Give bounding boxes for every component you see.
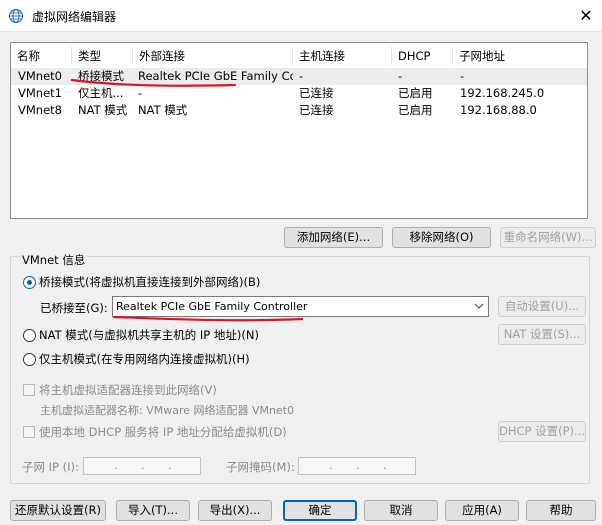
cancel-button[interactable]: 取消 <box>364 500 438 521</box>
title-bar: 虚拟网络编辑器 ✕ <box>0 0 602 32</box>
connect-adapter-checkbox[interactable]: 将主机虚拟适配器连接到此网络(V) <box>23 382 217 398</box>
table-cell: NAT 模式 <box>138 103 188 117</box>
adapter-name-label: 主机虚拟适配器名称: VMware 网络适配器 VMnet0 <box>40 404 295 417</box>
column-header-type[interactable]: 类型 <box>72 47 133 65</box>
bridged-to-select[interactable]: Realtek PCIe GbE Family Controller <box>112 296 489 317</box>
table-row[interactable]: VMnet1 仅主机... - 已连接 已启用 192.168.245.0 <box>11 85 587 102</box>
help-button[interactable]: 帮助 <box>526 500 596 521</box>
table-cell: - <box>138 86 143 100</box>
table-cell: 已连接 <box>299 103 334 117</box>
checkbox-icon <box>23 384 35 396</box>
table-row[interactable]: VMnet8 NAT 模式 NAT 模式 已连接 已启用 192.168.88.… <box>11 102 587 119</box>
table-cell: 已连接 <box>299 86 334 100</box>
vmnet-info-title: VMnet 信息 <box>20 252 88 268</box>
table-cell: 192.168.88.0 <box>460 103 537 117</box>
subnet-mask-label: 子网掩码(M): <box>226 460 295 474</box>
chevron-down-icon <box>474 297 484 323</box>
checkbox-icon <box>23 426 35 438</box>
radio-selected-icon <box>23 275 36 289</box>
remove-network-button[interactable]: 移除网络(O) <box>392 227 491 248</box>
table-cell: 已启用 <box>398 103 433 117</box>
vmnet-info-group <box>10 256 590 484</box>
use-dhcp-label: 使用本地 DHCP 服务将 IP 地址分配给虚拟机(D) <box>39 425 287 439</box>
table-cell: 桥接模式 <box>78 69 124 83</box>
auto-settings-button[interactable]: 自动设置(U)... <box>498 296 586 317</box>
subnet-ip-input[interactable]: . . . <box>83 457 201 475</box>
subnet-ip-label: 子网 IP (I): <box>22 460 79 474</box>
nat-settings-button[interactable]: NAT 设置(S)... <box>498 324 586 345</box>
column-header-external[interactable]: 外部连接 <box>133 47 293 65</box>
bridged-to-value: Realtek PCIe GbE Family Controller <box>116 300 308 313</box>
ip-separator: . <box>329 459 333 472</box>
table-header: 名称 类型 外部连接 主机连接 DHCP 子网地址 <box>11 47 587 65</box>
ok-button[interactable]: 确定 <box>283 500 357 521</box>
import-button[interactable]: 导入(T)... <box>116 500 190 521</box>
column-header-subnet[interactable]: 子网地址 <box>453 47 587 65</box>
nat-mode-radio[interactable]: NAT 模式(与虚拟机共享主机的 IP 地址)(N) <box>23 327 259 343</box>
host-only-radio[interactable]: 仅主机模式(在专用网络内连接虚拟机)(H) <box>23 351 250 367</box>
host-only-label: 仅主机模式(在专用网络内连接虚拟机)(H) <box>39 352 250 366</box>
table-cell: 仅主机... <box>78 86 124 100</box>
use-dhcp-checkbox[interactable]: 使用本地 DHCP 服务将 IP 地址分配给虚拟机(D) <box>23 424 287 440</box>
apply-button[interactable]: 应用(A) <box>445 500 519 521</box>
radio-unselected-icon <box>23 328 36 342</box>
table-cell: NAT 模式 <box>78 103 128 117</box>
table-cell: 192.168.245.0 <box>460 86 545 100</box>
window-title: 虚拟网络编辑器 <box>32 10 117 24</box>
ip-separator: . <box>141 459 145 472</box>
table-cell: - <box>398 69 403 83</box>
rename-network-button[interactable]: 重命名网络(W)... <box>500 227 596 248</box>
table-cell: - <box>299 69 304 83</box>
table-cell: VMnet0 <box>18 69 62 83</box>
network-list[interactable]: 名称 类型 外部连接 主机连接 DHCP 子网地址 VMnet0 桥接模式 Re… <box>10 42 588 219</box>
network-globe-icon <box>8 8 24 27</box>
close-icon[interactable]: ✕ <box>570 0 602 32</box>
bridged-mode-radio[interactable]: 桥接模式(将虚拟机直接连接到外部网络)(B) <box>23 274 260 290</box>
table-cell: - <box>460 69 465 83</box>
nat-mode-label: NAT 模式(与虚拟机共享主机的 IP 地址)(N) <box>39 328 259 342</box>
ip-separator: . <box>168 459 172 472</box>
table-cell: VMnet1 <box>18 86 62 100</box>
add-network-button[interactable]: 添加网络(E)... <box>284 227 383 248</box>
restore-defaults-button[interactable]: 还原默认设置(R) <box>10 500 106 521</box>
ip-separator: . <box>383 459 387 472</box>
table-row[interactable]: VMnet0 桥接模式 Realtek PCIe GbE Family Co..… <box>11 68 587 85</box>
column-header-name[interactable]: 名称 <box>11 47 72 65</box>
connect-adapter-label: 将主机虚拟适配器连接到此网络(V) <box>39 383 217 397</box>
radio-unselected-icon <box>23 352 36 366</box>
bridged-mode-label: 桥接模式(将虚拟机直接连接到外部网络)(B) <box>39 275 261 289</box>
table-cell: Realtek PCIe GbE Family Co... <box>138 69 293 83</box>
dhcp-settings-button[interactable]: DHCP 设置(P)... <box>498 421 586 442</box>
export-button[interactable]: 导出(X)... <box>198 500 272 521</box>
table-cell: VMnet8 <box>18 103 62 117</box>
ip-separator: . <box>114 459 118 472</box>
bridged-to-label: 已桥接至(G): <box>40 301 108 315</box>
ip-separator: . <box>356 459 360 472</box>
column-header-dhcp[interactable]: DHCP <box>392 47 453 65</box>
table-cell: 已启用 <box>398 86 433 100</box>
column-header-host[interactable]: 主机连接 <box>293 47 392 65</box>
subnet-mask-input[interactable]: . . . <box>298 457 416 475</box>
